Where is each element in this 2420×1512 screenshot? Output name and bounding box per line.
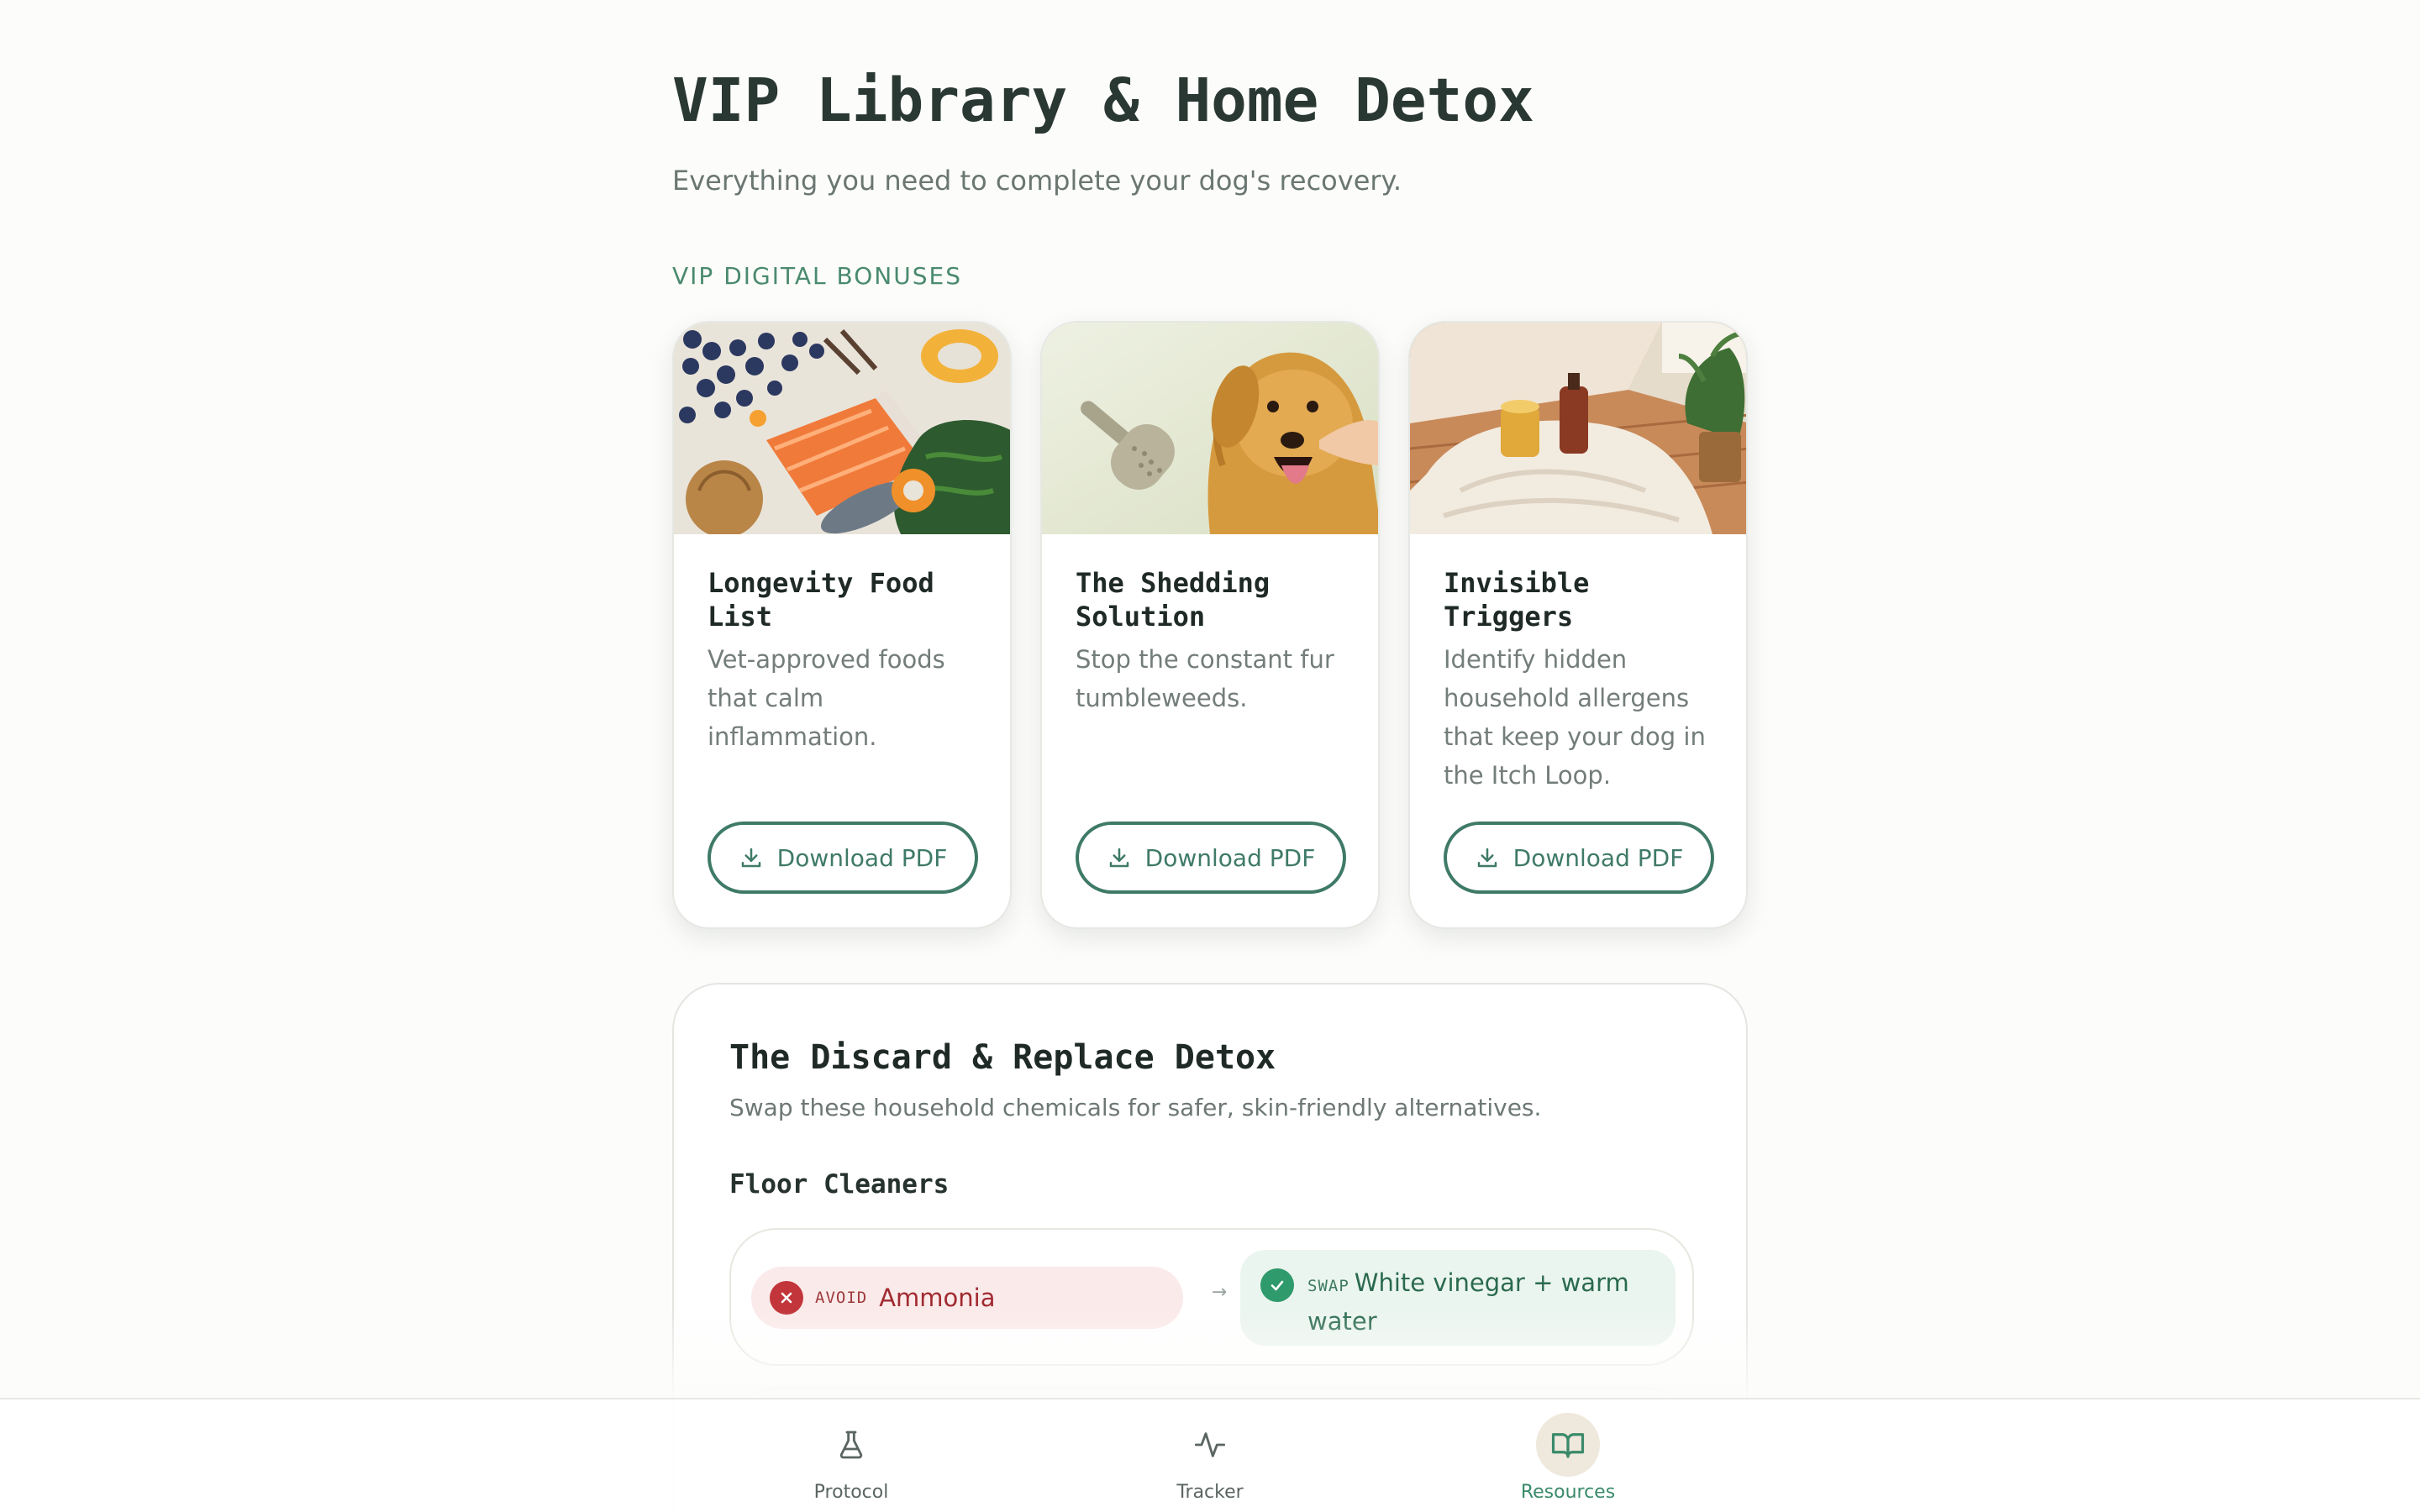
swap-pill: SWAP White vinegar + warm water xyxy=(1240,1250,1676,1346)
nav-label: Protocol xyxy=(813,1482,889,1503)
swap-text: SWAP White vinegar + warm water xyxy=(1307,1265,1655,1339)
card-title: The Shedding Solution xyxy=(1076,567,1270,633)
swap-item: White vinegar + warm water xyxy=(1307,1268,1629,1336)
download-pdf-label: Download PDF xyxy=(1144,843,1316,872)
arrow-right-icon: → xyxy=(1211,1282,1228,1303)
download-icon xyxy=(741,848,760,868)
download-pdf-button[interactable]: Download PDF xyxy=(1076,822,1346,894)
close-circle-icon xyxy=(770,1281,803,1315)
avoid-pill: AVOID Ammonia xyxy=(751,1267,1183,1329)
nav-label: Resources xyxy=(1520,1482,1616,1503)
download-pdf-button[interactable]: Download PDF xyxy=(708,822,978,894)
detox-subtitle: Swap these household chemicals for safer… xyxy=(729,1094,1542,1121)
download-pdf-label: Download PDF xyxy=(1512,843,1684,872)
download-pdf-button[interactable]: Download PDF xyxy=(1444,822,1714,894)
golden-retriever-brush-photo xyxy=(1042,323,1378,534)
nav-item-protocol[interactable]: Protocol xyxy=(767,1413,935,1505)
category-title: Floor Cleaners xyxy=(729,1169,950,1200)
bonus-card-longevity: Longevity Food List Vet-approved foods t… xyxy=(672,321,1012,929)
detox-title: The Discard & Replace Detox xyxy=(729,1038,1276,1077)
bonus-cards: Longevity Food List Vet-approved foods t… xyxy=(672,321,1748,929)
avoid-item: Ammonia xyxy=(879,1284,996,1312)
bonus-card-shedding: The Shedding Solution Stop the constant … xyxy=(1040,321,1380,929)
bottom-navigation: Protocol Tracker Resources xyxy=(0,1398,2420,1512)
card-description: Stop the constant fur tumbleweeds. xyxy=(1076,645,1334,712)
nav-label: Tracker xyxy=(1176,1482,1244,1503)
book-icon xyxy=(1536,1413,1600,1477)
blanket-candle-photo xyxy=(1410,323,1746,534)
food-flatlay-photo xyxy=(674,323,1010,534)
swap-tag: SWAP xyxy=(1307,1277,1349,1295)
page-title: VIP Library & Home Detox xyxy=(672,66,1534,135)
download-icon xyxy=(1109,848,1128,868)
download-pdf-label: Download PDF xyxy=(776,843,948,872)
card-title: Longevity Food List xyxy=(708,567,934,633)
download-icon xyxy=(1477,848,1497,868)
card-title: Invisible Triggers xyxy=(1444,567,1590,633)
flask-icon xyxy=(819,1413,883,1477)
check-circle-icon xyxy=(1260,1268,1294,1302)
nav-item-resources[interactable]: Resources xyxy=(1484,1413,1652,1505)
nav-item-tracker[interactable]: Tracker xyxy=(1126,1413,1294,1505)
swap-row: AVOID Ammonia → SWAP White vinegar + warm… xyxy=(729,1228,1694,1366)
section-label-vip-bonuses: VIP DIGITAL BONUSES xyxy=(672,262,962,290)
page-subtitle: Everything you need to complete your dog… xyxy=(672,165,1402,197)
avoid-tag: AVOID xyxy=(815,1289,868,1307)
pulse-icon xyxy=(1178,1413,1242,1477)
bonus-card-triggers: Invisible Triggers Identify hidden house… xyxy=(1408,321,1748,929)
card-description: Identify hidden household allergens that… xyxy=(1444,645,1706,790)
card-description: Vet-approved foods that calm inflammatio… xyxy=(708,645,945,751)
